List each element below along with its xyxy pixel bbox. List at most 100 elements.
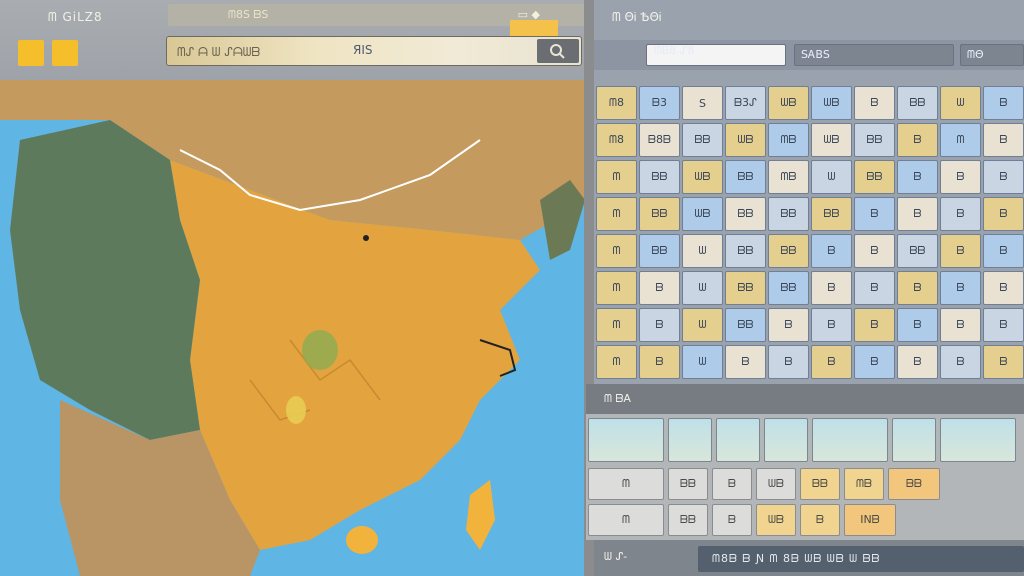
grid-cell[interactable]: ᗷᗷ: [639, 160, 680, 194]
grid-cell[interactable]: ᗰᗷ: [768, 160, 809, 194]
grid-cell[interactable]: ᗷᗷ: [854, 160, 895, 194]
grid-cell[interactable]: ᗷᗷ: [725, 160, 766, 194]
grid-cell[interactable]: ᗰ: [596, 197, 637, 231]
grid-cell[interactable]: ᗷ: [897, 271, 938, 305]
grid-cell[interactable]: ᗷ: [854, 308, 895, 342]
search-input[interactable]: [177, 42, 527, 62]
grid-cell[interactable]: ᗷ: [811, 345, 852, 379]
image-thumb[interactable]: [812, 418, 888, 462]
grid-cell[interactable]: ᗷᗷ: [811, 197, 852, 231]
grid-cell[interactable]: ᗷᗷ: [725, 271, 766, 305]
map-view[interactable]: [0, 80, 590, 576]
grid-cell[interactable]: ᗷ: [940, 234, 981, 268]
grid-cell[interactable]: ᗯᗷ: [768, 86, 809, 120]
lower-cell[interactable]: ᗷ: [712, 504, 752, 536]
yellow-square-icon[interactable]: [52, 40, 78, 66]
grid-cell[interactable]: ᗷᗷ: [768, 271, 809, 305]
search-icon[interactable]: [537, 39, 579, 63]
grid-cell[interactable]: ᗷ: [983, 160, 1024, 194]
grid-cell[interactable]: ᗷ3: [639, 86, 680, 120]
lower-cell[interactable]: ᗷᗷ: [800, 468, 840, 500]
grid-cell[interactable]: ᗷ: [897, 345, 938, 379]
grid-cell[interactable]: ᗯᗷ: [682, 160, 723, 194]
grid-cell[interactable]: ᗷ: [983, 308, 1024, 342]
grid-cell[interactable]: ᗷ: [983, 86, 1024, 120]
grid-cell[interactable]: ᗷ: [983, 271, 1024, 305]
lower-cell[interactable]: ᗯᗷ: [756, 468, 796, 500]
grid-cell[interactable]: ᗷᗷ: [725, 308, 766, 342]
lower-cell[interactable]: ᗯᗷ: [756, 504, 796, 536]
image-thumb[interactable]: [764, 418, 808, 462]
grid-cell[interactable]: ᗷᗷ: [768, 197, 809, 231]
grid-cell[interactable]: ᗷᗷ: [768, 234, 809, 268]
grid-cell[interactable]: ᗰ: [596, 160, 637, 194]
grid-cell[interactable]: ᗷ: [940, 345, 981, 379]
grid-cell[interactable]: ᗰᗷ: [768, 123, 809, 157]
grid-cell[interactable]: ᗷ: [854, 197, 895, 231]
grid-cell[interactable]: ᗷᗷ: [897, 86, 938, 120]
image-thumb[interactable]: [716, 418, 760, 462]
grid-cell[interactable]: ᗷᗷ: [639, 234, 680, 268]
grid-cell[interactable]: ᗷ: [897, 197, 938, 231]
grid-cell[interactable]: ᗷ: [983, 345, 1024, 379]
grid-cell[interactable]: ᗯ: [811, 160, 852, 194]
grid-cell[interactable]: ᗯᗷ: [682, 197, 723, 231]
grid-cell[interactable]: ᗷ: [897, 308, 938, 342]
lower-cell[interactable]: INᗷ: [844, 504, 896, 536]
grid-cell[interactable]: ᗷ: [940, 197, 981, 231]
grid-cell[interactable]: ᗷ: [639, 345, 680, 379]
grid-cell[interactable]: ᗷ: [897, 123, 938, 157]
grid-cell[interactable]: ᗷ: [768, 308, 809, 342]
grid-cell[interactable]: ᗷ: [854, 86, 895, 120]
lower-cell[interactable]: ᗷᗷ: [668, 504, 708, 536]
image-thumb[interactable]: [892, 418, 936, 462]
grid-cell[interactable]: ᗯ: [682, 308, 723, 342]
grid-cell[interactable]: ᗷ: [940, 271, 981, 305]
grid-cell[interactable]: ᗯ: [682, 345, 723, 379]
tab-third[interactable]: ᗰΘ: [960, 44, 1024, 66]
grid-cell[interactable]: ᗷᗷ: [725, 234, 766, 268]
grid-cell[interactable]: ᗷ: [639, 271, 680, 305]
image-thumb[interactable]: [940, 418, 1016, 462]
grid-cell[interactable]: ᗷ: [639, 308, 680, 342]
lower-cell[interactable]: ᗷᗷ: [668, 468, 708, 500]
grid-cell[interactable]: ᗷ: [725, 345, 766, 379]
grid-cell[interactable]: ᗷ: [940, 308, 981, 342]
grid-cell[interactable]: ᗷᗷ: [854, 123, 895, 157]
lower-cell[interactable]: ᗷᗷ: [888, 468, 940, 500]
grid-cell[interactable]: ᗰ: [596, 234, 637, 268]
grid-cell[interactable]: ᗷ: [854, 271, 895, 305]
lower-cell[interactable]: ᗰ: [588, 468, 664, 500]
lower-cell[interactable]: ᗰᗷ: [844, 468, 884, 500]
grid-cell[interactable]: ᗷ: [854, 345, 895, 379]
grid-cell[interactable]: ᗯ: [682, 271, 723, 305]
grid-cell[interactable]: ᗯᗷ: [811, 86, 852, 120]
grid-cell[interactable]: ᗷᗷ: [639, 197, 680, 231]
image-thumb[interactable]: [668, 418, 712, 462]
grid-cell[interactable]: ᗰ: [596, 271, 637, 305]
search-bar[interactable]: ЯIЅ: [166, 36, 582, 66]
grid-cell[interactable]: ᗷ: [983, 123, 1024, 157]
tab-second[interactable]: ЅᎪBЅ: [794, 44, 954, 66]
grid-cell[interactable]: ᗯ: [682, 234, 723, 268]
grid-cell[interactable]: ᗷ: [811, 234, 852, 268]
grid-cell[interactable]: ᗷ: [811, 271, 852, 305]
grid-cell[interactable]: ᗯ: [940, 86, 981, 120]
grid-cell[interactable]: ᗯᗷ: [811, 123, 852, 157]
grid-cell[interactable]: Ѕ: [682, 86, 723, 120]
yellow-square-icon[interactable]: [18, 40, 44, 66]
lower-cell[interactable]: ᗷ: [800, 504, 840, 536]
grid-cell[interactable]: ᗷ: [897, 160, 938, 194]
grid-cell[interactable]: ᗷ3ᔑ: [725, 86, 766, 120]
lower-cell[interactable]: ᗷ: [712, 468, 752, 500]
grid-cell[interactable]: ᗰ8: [596, 86, 637, 120]
grid-cell[interactable]: ᗷ: [983, 197, 1024, 231]
lower-cell[interactable]: ᗰ: [588, 504, 664, 536]
grid-cell[interactable]: ᗷ: [940, 160, 981, 194]
grid-cell[interactable]: ᗯᗷ: [725, 123, 766, 157]
image-thumb[interactable]: [588, 418, 664, 462]
grid-cell[interactable]: ᗷᗷ: [682, 123, 723, 157]
grid-cell[interactable]: ᗰ: [940, 123, 981, 157]
grid-cell[interactable]: ᗰ: [596, 345, 637, 379]
grid-cell[interactable]: ᗰ8: [596, 123, 637, 157]
